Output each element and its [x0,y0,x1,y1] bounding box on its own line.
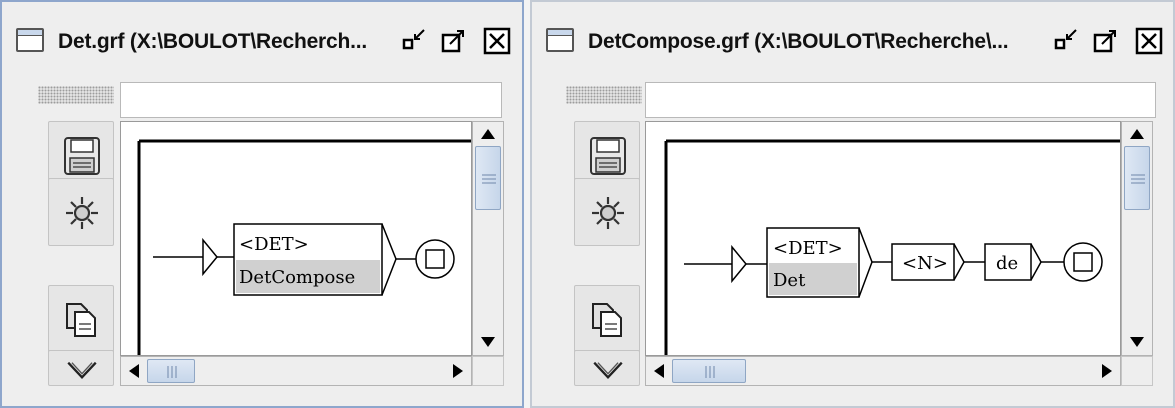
maximize-icon [441,30,464,53]
compile-icon [592,197,624,229]
box-line-1: <DET> [773,238,843,259]
cut-icon [67,361,97,380]
close-icon [483,27,511,55]
minimize-icon [1054,29,1077,50]
graph-canvas[interactable]: <DET> Det <N> de [645,121,1121,356]
vertical-scroll-thumb[interactable] [475,146,501,210]
scroll-right-button[interactable] [1094,357,1120,385]
horizontal-scroll-thumb[interactable] [147,359,195,383]
save-icon [64,137,100,175]
close-button[interactable] [482,26,512,56]
graph-box-de[interactable]: de [984,243,1042,281]
arrow-left-icon [654,364,664,378]
box-line-2-subgraph: Det [773,270,806,291]
box-line-1: <N> [902,253,948,274]
arrow-down-icon [1130,337,1144,347]
box-line-1: <DET> [239,234,309,255]
final-state[interactable] [415,239,455,279]
copy-icon [592,303,622,337]
scroll-left-button[interactable] [121,357,147,385]
final-state[interactable] [1063,242,1103,282]
maximize-icon [1093,30,1116,53]
box-line-1: de [996,253,1018,274]
save-icon [590,137,626,175]
scroll-up-button[interactable] [473,122,503,146]
close-button[interactable] [1134,26,1164,56]
initial-state-arrow[interactable] [684,244,747,284]
minimize-button[interactable] [1052,26,1082,56]
grip-icon [705,366,715,378]
copy-button[interactable] [48,285,114,353]
window-title: Det.grf (X:\BOULOT\Recherch... [58,30,368,53]
graph-window-detcompose: DetCompose.grf (X:\BOULOT\Recherche\... [530,0,1175,408]
arrow-up-icon [481,129,495,139]
arrow-right-icon [453,364,463,378]
compile-icon [66,197,98,229]
scroll-corner [1121,356,1153,386]
scroll-left-button[interactable] [646,357,672,385]
copy-icon [66,303,96,337]
horizontal-scrollbar[interactable] [645,356,1121,386]
graph-box-n[interactable]: <N> [891,243,965,281]
window-frame-icon [546,28,574,52]
cut-button[interactable] [574,350,640,386]
initial-state-arrow[interactable] [153,237,218,277]
vertical-scroll-thumb[interactable] [1124,146,1150,210]
graph-box-det-detcompose[interactable]: <DET> DetCompose [233,223,397,296]
grip-icon [167,366,177,378]
scroll-down-button[interactable] [1122,329,1152,355]
horizontal-scrollbar[interactable] [120,356,472,386]
graph-drawing: <DET> DetCompose [137,139,471,355]
graph-box-det-subgraph[interactable]: <DET> Det [766,227,873,298]
arrow-left-icon [129,364,139,378]
horizontal-scroll-thumb[interactable] [672,359,746,383]
close-icon [1135,27,1163,55]
maximize-button[interactable] [438,26,468,56]
arrow-down-icon [481,337,495,347]
scroll-corner [472,356,504,386]
box-line-2-subgraph: DetCompose [239,267,355,288]
drag-handle-pattern[interactable] [38,86,114,104]
minimize-button[interactable] [400,26,430,56]
compile-button[interactable] [48,178,114,246]
scroll-up-button[interactable] [1122,122,1152,146]
graph-canvas[interactable]: <DET> DetCompose [120,121,472,356]
drag-handle-pattern[interactable] [566,86,642,104]
compile-button[interactable] [574,178,640,246]
minimize-icon [402,29,425,50]
graph-window-det: Det.grf (X:\BOULOT\Recherch... <DET> Det… [0,0,524,408]
maximize-button[interactable] [1090,26,1120,56]
window-frame-icon [16,28,44,52]
grip-icon [1131,174,1145,184]
grip-icon [482,174,496,184]
window-title: DetCompose.grf (X:\BOULOT\Recherche\... [588,30,1009,53]
box-text-field[interactable] [645,82,1156,118]
vertical-scrollbar[interactable] [472,121,504,356]
graph-drawing: <DET> Det <N> de [664,139,1120,355]
arrow-up-icon [1130,129,1144,139]
arrow-right-icon [1102,364,1112,378]
copy-button[interactable] [574,285,640,353]
scroll-right-button[interactable] [445,357,471,385]
window-titlebar[interactable]: DetCompose.grf (X:\BOULOT\Recherche\... [536,8,1169,66]
box-text-field[interactable] [120,82,502,118]
cut-icon [593,361,623,380]
cut-button[interactable] [48,350,114,386]
window-titlebar[interactable]: Det.grf (X:\BOULOT\Recherch... [6,8,518,66]
scroll-down-button[interactable] [473,329,503,355]
vertical-scrollbar[interactable] [1121,121,1153,356]
